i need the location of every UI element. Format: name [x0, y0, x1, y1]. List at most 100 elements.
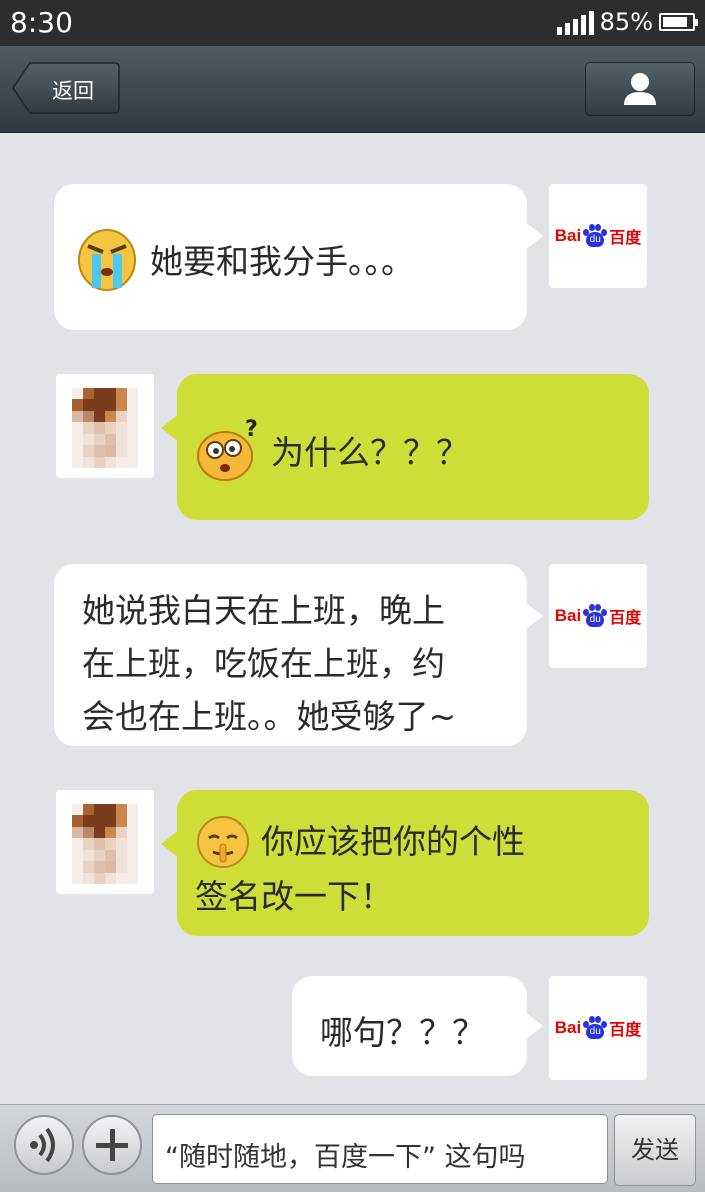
avatar-pixel: [105, 433, 116, 446]
baidu-paw-icon: du: [582, 1015, 608, 1041]
status-time: 8:30: [10, 6, 73, 39]
avatar-pixel: [127, 826, 138, 839]
avatar-pixel: [83, 410, 94, 423]
avatar-pixel: [94, 399, 105, 411]
message-text-line: 她说我白天在上班，晚上: [82, 591, 445, 630]
confused-face-icon: ?: [197, 418, 258, 481]
send-button[interactable]: 发送: [614, 1114, 696, 1186]
avatar-pixel: [72, 815, 83, 827]
avatar-pixel: [94, 861, 105, 873]
avatar-pixel: [83, 399, 94, 411]
baidu-logo-du: 百度: [609, 228, 642, 247]
back-button-label: 返回: [52, 79, 94, 103]
avatar-pixel: [72, 422, 83, 434]
baidu-logo-du: 百度: [609, 608, 642, 627]
message-bubble[interactable]: 哪句？？？: [292, 976, 543, 1076]
voice-icon: [30, 1127, 55, 1163]
message-bubble[interactable]: 你应该把你的个性 签名改一下！: [161, 790, 649, 936]
avatar-pixel: [105, 399, 116, 411]
battery-icon: [659, 13, 698, 31]
message-bubble[interactable]: ? 为什么？？？: [161, 374, 649, 520]
avatar-pixel: [116, 804, 127, 816]
baidu-logo-bai: Bai: [554, 226, 582, 245]
bubble-tail: [161, 414, 179, 442]
avatar-pixel: [83, 456, 94, 468]
message-text-line: 会也在上班。。她受够了~: [82, 697, 457, 736]
back-button[interactable]: 返回: [12, 62, 120, 114]
user-avatar[interactable]: [56, 374, 154, 478]
message-bubble[interactable]: 她说我白天在上班，晚上 在上班，吃饭在上班，约 会也在上班。。她受够了~: [54, 564, 543, 746]
avatar-pixel: [72, 388, 83, 400]
avatar-pixel: [105, 445, 116, 457]
avatar-pixel: [105, 838, 116, 850]
avatar-pixel: [83, 433, 94, 446]
avatar-pixelated-image: [72, 804, 138, 884]
bubble-tail: [161, 830, 179, 858]
voice-button[interactable]: [14, 1115, 74, 1175]
plus-icon: [96, 1129, 128, 1161]
profile-button[interactable]: [585, 62, 695, 116]
avatar-pixel: [116, 815, 127, 827]
avatar-pixel: [105, 849, 116, 862]
avatar-pixel: [105, 804, 116, 816]
avatar-pixel: [116, 388, 127, 400]
avatar-pixel: [116, 433, 127, 446]
avatar-pixel: [83, 388, 94, 400]
baidu-logo-du-mark: du: [586, 612, 605, 627]
avatar-pixel: [105, 456, 116, 468]
message-text-line: 签名改一下！: [195, 877, 393, 916]
avatar-pixel: [94, 815, 105, 827]
message-text-line: 你应该把你的个性: [261, 822, 525, 861]
avatar-pixel: [94, 849, 105, 862]
avatar-pixel: [105, 826, 116, 839]
signal-icon: [556, 9, 594, 35]
baidu-avatar[interactable]: Bai du 百度: [549, 564, 647, 668]
avatar-pixel: [94, 445, 105, 457]
baidu-avatar[interactable]: Bai du 百度: [549, 976, 647, 1080]
avatar-pixel: [72, 804, 83, 816]
avatar-pixel: [94, 456, 105, 468]
avatar-pixel: [116, 849, 127, 862]
message-text: 哪句？？？: [320, 1013, 485, 1052]
avatar-pixel: [127, 861, 138, 873]
avatar-pixel: [94, 804, 105, 816]
avatar-pixel: [83, 838, 94, 850]
plus-button[interactable]: [82, 1115, 142, 1175]
message-text: 为什么？？？: [271, 433, 469, 472]
avatar-pixel: [83, 445, 94, 457]
title-bar: 返回: [0, 46, 705, 133]
person-icon: [624, 73, 656, 105]
avatar-pixel: [105, 388, 116, 400]
avatar-pixel: [83, 826, 94, 839]
avatar-pixel: [127, 815, 138, 827]
avatar-pixel: [127, 410, 138, 423]
avatar-pixel: [116, 872, 127, 884]
avatar-pixel: [116, 861, 127, 873]
baidu-paw-icon: du: [582, 603, 608, 629]
baidu-logo-bai: Bai: [554, 1018, 582, 1037]
message-text-line: 在上班，吃饭在上班，约: [82, 644, 445, 683]
baidu-avatar[interactable]: Bai du 百度: [549, 184, 647, 288]
baidu-logo-du-mark: du: [586, 1024, 605, 1039]
message-input[interactable]: “随时随地，百度一下” 这句吗: [152, 1114, 608, 1184]
avatar-pixel: [72, 410, 83, 423]
avatar-pixel: [72, 826, 83, 839]
avatar-pixel: [127, 399, 138, 411]
avatar-pixel: [127, 838, 138, 850]
avatar-pixel: [127, 388, 138, 400]
input-bar: “随时随地，百度一下” 这句吗 发送: [0, 1104, 705, 1192]
baidu-logo-du: 百度: [609, 1020, 642, 1039]
bubble-tail: [525, 1012, 543, 1040]
avatar-pixel: [72, 456, 83, 468]
message-bubble[interactable]: 她要和我分手。。。: [54, 184, 543, 330]
message-text: 她要和我分手。。。: [150, 242, 414, 281]
avatar-pixel: [83, 815, 94, 827]
user-avatar[interactable]: [56, 790, 154, 894]
avatar-pixel: [127, 872, 138, 884]
avatar-pixel: [83, 861, 94, 873]
avatar-pixel: [72, 838, 83, 850]
avatar-pixelated-image: [72, 388, 138, 468]
avatar-pixel: [105, 410, 116, 423]
avatar-pixel: [127, 422, 138, 434]
avatar-pixel: [72, 433, 83, 446]
